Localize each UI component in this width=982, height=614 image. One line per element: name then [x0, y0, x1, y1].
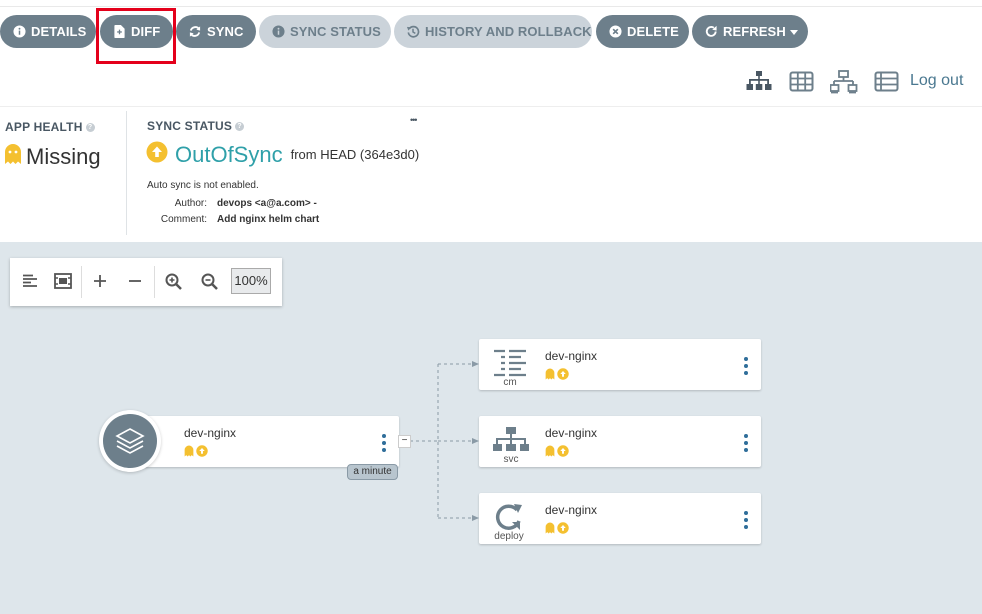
app-health-label: APP HEALTH	[5, 120, 83, 134]
more-options-icon[interactable]: •••	[410, 115, 418, 125]
app-health-value: Missing	[26, 143, 101, 169]
deployment-name: dev-nginx	[545, 503, 598, 517]
node-menu-icon[interactable]	[744, 357, 748, 378]
comment-value: Add nginx helm chart	[217, 214, 320, 225]
arrow-circle-up-icon	[146, 141, 168, 168]
logout-link[interactable]: Log out	[910, 72, 963, 90]
sync-label: SYNC	[207, 24, 244, 39]
sync-status-label: SYNC STATUS	[290, 24, 381, 39]
times-circle-icon	[608, 25, 622, 39]
details-label: DETAILS	[31, 24, 87, 39]
tree-view-icon[interactable]	[746, 70, 772, 94]
node-menu-icon[interactable]	[744, 434, 748, 455]
service-name: dev-nginx	[545, 426, 598, 440]
network-view-icon[interactable]	[829, 70, 858, 94]
deployment-node[interactable]: deploy dev-nginx	[479, 493, 761, 544]
ghost-icon	[545, 367, 555, 385]
app-node[interactable]: dev-nginx	[130, 416, 399, 467]
pods-view-icon[interactable]	[789, 70, 815, 94]
app-node-name: dev-nginx	[184, 426, 237, 440]
comment-label: Comment:	[160, 214, 207, 225]
ghost-icon	[4, 143, 22, 170]
arrow-circle-up-icon	[196, 444, 208, 462]
resource-tree-canvas: 100% dev-nginx − a minute cm dev-nginx s…	[0, 242, 982, 614]
diff-button-highlight	[96, 8, 176, 64]
app-node-icon-ring	[99, 410, 161, 472]
ghost-icon	[184, 444, 194, 462]
details-button[interactable]: DETAILS	[0, 15, 96, 48]
app-health-title: APP HEALTH?	[5, 120, 95, 134]
service-node[interactable]: svc dev-nginx	[479, 416, 761, 467]
app-node-status	[184, 444, 208, 462]
top-divider	[0, 6, 982, 7]
history-rollback-button[interactable]: HISTORY AND ROLLBACK	[394, 15, 592, 48]
caret-down-icon	[789, 24, 798, 39]
sync-status-label: SYNC STATUS	[147, 119, 233, 133]
refresh-label: REFRESH	[723, 24, 786, 39]
sync-status-row: OutOfSync from HEAD (364e3d0)	[146, 141, 419, 168]
configmap-status	[545, 367, 569, 385]
status-panel: APP HEALTH? Missing SYNC STATUS? ••• Out…	[0, 106, 982, 243]
app-health-status: Missing	[4, 143, 101, 170]
collapse-toggle[interactable]: −	[398, 435, 411, 448]
arrow-circle-up-icon	[557, 521, 569, 539]
sync-icon	[188, 25, 202, 39]
history-icon	[406, 25, 420, 39]
configmap-kind: cm	[503, 377, 517, 388]
ghost-icon	[545, 444, 555, 462]
author-value: devops <a@a.com> -	[217, 198, 317, 209]
info-icon	[271, 25, 285, 39]
info-icon	[12, 25, 26, 39]
sync-status-button[interactable]: SYNC STATUS	[259, 15, 391, 48]
deployment-status	[545, 521, 569, 539]
sync-button[interactable]: SYNC	[176, 15, 256, 48]
list-view-icon[interactable]	[874, 70, 900, 94]
node-menu-icon[interactable]	[744, 511, 748, 532]
author-label: Author:	[174, 198, 207, 209]
layers-icon	[103, 414, 157, 468]
sync-revision: from HEAD (364e3d0)	[290, 147, 420, 162]
question-circle-icon[interactable]: ?	[85, 123, 95, 133]
redo-icon	[704, 25, 718, 39]
deployment-kind: deploy	[494, 531, 524, 542]
service-status	[545, 444, 569, 462]
configmap-node[interactable]: cm dev-nginx	[479, 339, 761, 390]
delete-label: DELETE	[627, 24, 679, 39]
history-label: HISTORY AND ROLLBACK	[425, 24, 592, 39]
sync-status-title: SYNC STATUS?	[147, 119, 245, 133]
ghost-icon	[545, 521, 555, 539]
service-kind: svc	[503, 454, 519, 465]
arrow-circle-up-icon	[557, 444, 569, 462]
node-menu-icon[interactable]	[382, 434, 386, 455]
sync-status-value: OutOfSync	[175, 141, 283, 167]
configmap-name: dev-nginx	[545, 349, 598, 363]
panel-divider	[126, 111, 127, 235]
delete-button[interactable]: DELETE	[596, 15, 689, 48]
age-badge: a minute	[347, 464, 398, 480]
question-circle-icon[interactable]: ?	[235, 122, 245, 132]
toolbar: DETAILS DIFF SYNC SYNC STATUS HISTORY AN…	[0, 0, 982, 64]
refresh-button[interactable]: REFRESH	[692, 15, 808, 48]
auto-sync-text: Auto sync is not enabled.	[147, 180, 259, 191]
arrow-circle-up-icon	[557, 367, 569, 385]
